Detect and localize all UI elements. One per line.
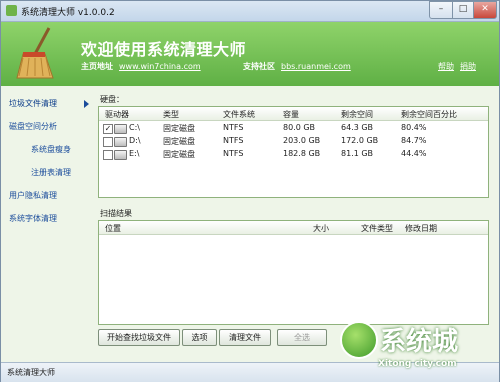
minimize-button[interactable]: – [429, 1, 453, 19]
column-header[interactable]: 容量 [283, 109, 299, 120]
free-percent: 84.7% [401, 136, 427, 145]
free-percent: 80.4% [401, 123, 427, 132]
free-percent: 44.4% [401, 149, 427, 158]
watermark-small-text: Xitong city.com [378, 359, 457, 369]
sidebar-item-label: 系统盘瘦身 [31, 145, 71, 154]
broom-icon [16, 27, 54, 79]
chevron-right-icon [84, 100, 89, 108]
site-watermark: 系统城 Xitong city.com [336, 319, 496, 377]
drive-checkbox[interactable]: ✓ [103, 124, 113, 134]
sidebar-item-label: 用户隐私清理 [9, 191, 57, 200]
community-label: 支持社区 [243, 62, 275, 71]
drive-letter: D:\ [129, 136, 141, 145]
status-text: 系统清理大师 [7, 368, 55, 377]
disk-list[interactable]: 驱动器 类型 文件系统 容量 剩余空间 剩余空间百分比 ✓ C:\ 固定磁盘 N… [98, 106, 489, 198]
sidebar-item-disk-analysis[interactable]: 磁盘空间分析 [9, 121, 93, 135]
window-title: 系统清理大师 v1.0.0.2 [21, 8, 115, 18]
sidebar-item-label: 注册表清理 [31, 168, 71, 177]
free-space: 172.0 GB [341, 136, 379, 145]
maximize-button[interactable]: □ [452, 1, 474, 19]
column-header[interactable]: 文件系统 [223, 109, 255, 120]
results-table-header: 位置 大小 文件类型 修改日期 [99, 221, 488, 235]
column-header[interactable]: 位置 [105, 223, 121, 234]
hard-drive-icon [114, 150, 127, 160]
sidebar-item-junk-clean[interactable]: 垃圾文件清理 [9, 98, 93, 112]
app-window: 系统清理大师 v1.0.0.2 – □ ✕ 欢迎使用系统清理大师 主页地址 www… [0, 0, 500, 382]
sidebar-nav: 垃圾文件清理 磁盘空间分析 系统盘瘦身 注册表清理 用户隐私清理 系统字体清理 [1, 86, 96, 356]
free-space: 64.3 GB [341, 123, 374, 132]
disk-section-label: 硬盘： [100, 95, 124, 104]
column-header[interactable]: 驱动器 [105, 109, 129, 120]
welcome-heading: 欢迎使用系统清理大师 [81, 40, 247, 59]
column-header[interactable]: 修改日期 [405, 223, 437, 234]
drive-letter: E:\ [129, 149, 140, 158]
file-system: NTFS [223, 149, 244, 158]
drive-checkbox[interactable] [103, 150, 113, 160]
table-row[interactable]: E:\ 固定磁盘 NTFS 182.8 GB 81.1 GB 44.4% [99, 148, 488, 160]
sidebar-item-label: 垃圾文件清理 [9, 99, 57, 108]
table-row[interactable]: ✓ C:\ 固定磁盘 NTFS 80.0 GB 64.3 GB 80.4% [99, 122, 488, 134]
options-button[interactable]: 选项 [182, 329, 217, 346]
drive-checkbox[interactable] [103, 137, 113, 147]
capacity: 182.8 GB [283, 149, 321, 158]
start-scan-button[interactable]: 开始查找垃圾文件 [98, 329, 180, 346]
sidebar-item-font-clean[interactable]: 系统字体清理 [9, 213, 93, 227]
sidebar-item-system-slim[interactable]: 系统盘瘦身 [31, 144, 93, 158]
title-bar: 系统清理大师 v1.0.0.2 – □ ✕ [1, 1, 499, 22]
table-row[interactable]: D:\ 固定磁盘 NTFS 203.0 GB 172.0 GB 84.7% [99, 135, 488, 147]
donate-link[interactable]: 捐助 [460, 61, 476, 72]
column-header[interactable]: 文件类型 [361, 223, 393, 234]
disk-table-header: 驱动器 类型 文件系统 容量 剩余空间 剩余空间百分比 [99, 107, 488, 121]
watermark-big-text: 系统城 [380, 327, 459, 357]
select-all-button[interactable]: 全选 [277, 329, 327, 346]
drive-letter: C:\ [129, 123, 140, 132]
column-header[interactable]: 剩余空间 [341, 109, 373, 120]
sidebar-item-label: 磁盘空间分析 [9, 122, 57, 131]
watermark-logo-icon [340, 321, 378, 359]
sidebar-item-privacy-clean[interactable]: 用户隐私清理 [9, 190, 93, 204]
column-header[interactable]: 类型 [163, 109, 179, 120]
drive-type: 固定磁盘 [163, 124, 195, 133]
sidebar-item-label: 系统字体清理 [9, 214, 57, 223]
homepage-link[interactable]: www.win7china.com [119, 62, 201, 71]
clean-files-button[interactable]: 清理文件 [219, 329, 271, 346]
drive-type: 固定磁盘 [163, 137, 195, 146]
drive-type: 固定磁盘 [163, 150, 195, 159]
close-button[interactable]: ✕ [473, 1, 497, 19]
hard-drive-icon [114, 137, 127, 147]
capacity: 80.0 GB [283, 123, 316, 132]
app-icon [6, 5, 17, 16]
header-banner: 欢迎使用系统清理大师 主页地址 www.win7china.com 支持社区 bbs… [1, 22, 499, 86]
help-link[interactable]: 帮助 [438, 61, 454, 72]
column-header[interactable]: 大小 [313, 223, 329, 234]
homepage-label: 主页地址 [81, 62, 113, 71]
file-system: NTFS [223, 123, 244, 132]
homepage-info: 主页地址 www.win7china.com [81, 61, 201, 72]
capacity: 203.0 GB [283, 136, 321, 145]
results-section-label: 扫描结果 [100, 209, 132, 218]
scan-results-list[interactable]: 位置 大小 文件类型 修改日期 [98, 220, 489, 325]
hard-drive-icon [114, 124, 127, 134]
community-link[interactable]: bbs.ruanmei.com [281, 62, 351, 71]
column-header[interactable]: 剩余空间百分比 [401, 109, 457, 120]
file-system: NTFS [223, 136, 244, 145]
sidebar-item-registry-clean[interactable]: 注册表清理 [31, 167, 93, 181]
free-space: 81.1 GB [341, 149, 374, 158]
community-info: 支持社区 bbs.ruanmei.com [243, 61, 351, 72]
